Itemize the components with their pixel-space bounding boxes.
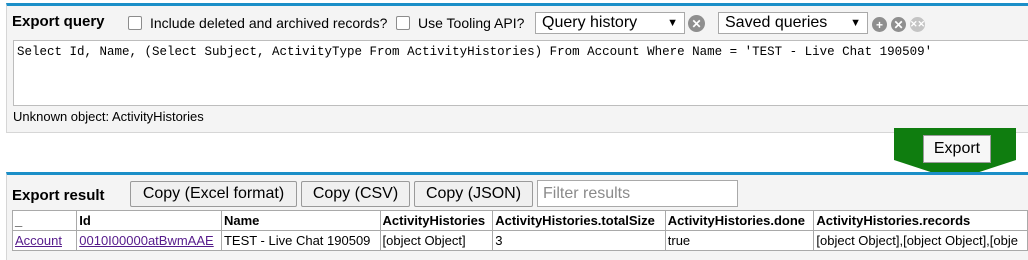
query-status-message: Unknown object: ActivityHistories <box>13 109 204 124</box>
tooling-api-checkbox[interactable] <box>396 16 410 30</box>
chevron-down-icon: ▼ <box>850 17 861 29</box>
include-deleted-checkbox[interactable] <box>128 16 142 30</box>
export-query-panel: Export query Include deleted and archive… <box>6 3 1028 133</box>
column-header: Name <box>220 210 381 231</box>
query-textarea[interactable]: Select Id, Name, (Select Subject, Activi… <box>13 40 1028 106</box>
tooling-api-option[interactable]: Use Tooling API? <box>396 15 524 31</box>
column-header: ActivityHistories <box>379 210 494 231</box>
column-header: ActivityHistories.done <box>664 210 815 231</box>
copy-csv-button[interactable]: Copy (CSV) <box>301 181 410 207</box>
export-query-title: Export query <box>12 13 105 30</box>
object-type-link[interactable]: Account <box>15 233 62 248</box>
saved-queries-select[interactable]: Saved queries ▼ <box>718 12 868 34</box>
copy-excel-button[interactable]: Copy (Excel format) <box>130 181 297 207</box>
query-history-value: Query history <box>542 14 638 31</box>
add-saved-query-icon[interactable]: + <box>872 17 887 32</box>
column-header: _ <box>11 210 78 231</box>
result-table: _ Id Name ActivityHistories ActivityHist… <box>11 210 1028 251</box>
query-history-select[interactable]: Query history ▼ <box>535 12 685 34</box>
include-deleted-option[interactable]: Include deleted and archived records? <box>128 15 387 31</box>
column-header: ActivityHistories.records <box>813 210 1028 231</box>
remove-saved-query-icon[interactable]: ✕ <box>891 17 906 32</box>
column-header: ActivityHistories.totalSize <box>492 210 666 231</box>
saved-queries-value: Saved queries <box>725 14 828 31</box>
copy-json-button[interactable]: Copy (JSON) <box>414 181 533 207</box>
table-cell: [object Object],[object Object],[obje <box>813 230 1028 251</box>
export-button[interactable]: Export <box>923 135 991 163</box>
table-cell: true <box>664 230 815 251</box>
filter-results-input[interactable] <box>537 180 738 207</box>
table-header-row: _ Id Name ActivityHistories ActivityHist… <box>11 210 1028 231</box>
export-result-title: Export result <box>12 187 105 204</box>
table-cell: 3 <box>492 230 666 251</box>
clear-saved-queries-icon[interactable]: ✕✕ <box>910 17 925 32</box>
include-deleted-label: Include deleted and archived records? <box>150 15 388 31</box>
tooling-api-label: Use Tooling API? <box>418 15 525 31</box>
record-id-link[interactable]: 0010I00000atBwmAAE <box>79 233 213 248</box>
table-cell: TEST - Live Chat 190509 <box>220 230 381 251</box>
clear-history-icon[interactable]: ✕ <box>688 15 705 32</box>
table-cell: [object Object] <box>379 230 494 251</box>
table-row: Account 0010I00000atBwmAAE TEST - Live C… <box>11 230 1028 251</box>
column-header: Id <box>76 210 222 231</box>
chevron-down-icon: ▼ <box>667 17 678 29</box>
